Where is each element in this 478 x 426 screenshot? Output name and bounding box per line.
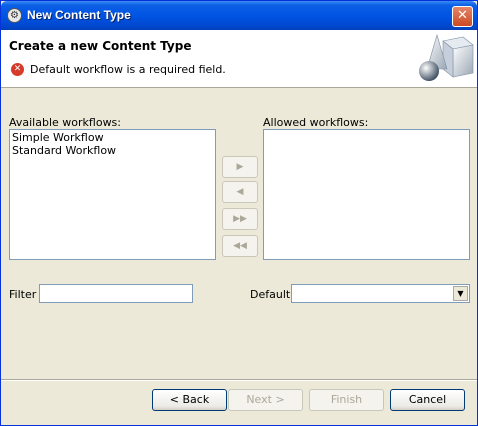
footer-divider (1, 379, 477, 381)
filter-input[interactable] (39, 284, 193, 303)
allowed-workflows-label: Allowed workflows: (263, 116, 369, 129)
window-title: New Content Type (27, 8, 131, 22)
allowed-workflows-list[interactable] (263, 129, 470, 260)
default-label: Default (250, 288, 291, 301)
add-button[interactable]: ▶ (222, 156, 258, 178)
remove-all-button[interactable]: ◀◀ (222, 235, 258, 257)
default-workflow-select[interactable]: ▼ (291, 284, 470, 303)
close-button[interactable]: ✕ (452, 6, 473, 27)
available-workflows-label: Available workflows: (9, 116, 121, 129)
chevron-down-icon[interactable]: ▼ (453, 286, 468, 301)
finish-button[interactable]: Finish (309, 389, 384, 411)
error-message: Default workflow is a required field. (30, 63, 226, 76)
title-bar[interactable]: ⚙ New Content Type ✕ (1, 1, 477, 30)
available-workflows-list[interactable]: Simple Workflow Standard Workflow (9, 129, 216, 260)
error-icon: ✕ (11, 63, 24, 76)
wizard-header: Create a new Content Type ✕ Default work… (1, 30, 477, 88)
add-all-button[interactable]: ▶▶ (222, 208, 258, 230)
back-button[interactable]: < Back (152, 389, 227, 411)
page-title: Create a new Content Type (9, 39, 192, 53)
remove-button[interactable]: ◀ (222, 181, 258, 203)
app-icon: ⚙ (7, 8, 22, 23)
next-button[interactable]: Next > (228, 389, 303, 411)
filter-label: Filter (9, 288, 37, 301)
cancel-button[interactable]: Cancel (390, 389, 465, 411)
list-item[interactable]: Standard Workflow (12, 144, 213, 157)
wizard-banner-icon (419, 33, 474, 81)
list-item[interactable]: Simple Workflow (12, 131, 213, 144)
dialog-window: ⚙ New Content Type ✕ Create a new Conten… (0, 0, 478, 426)
